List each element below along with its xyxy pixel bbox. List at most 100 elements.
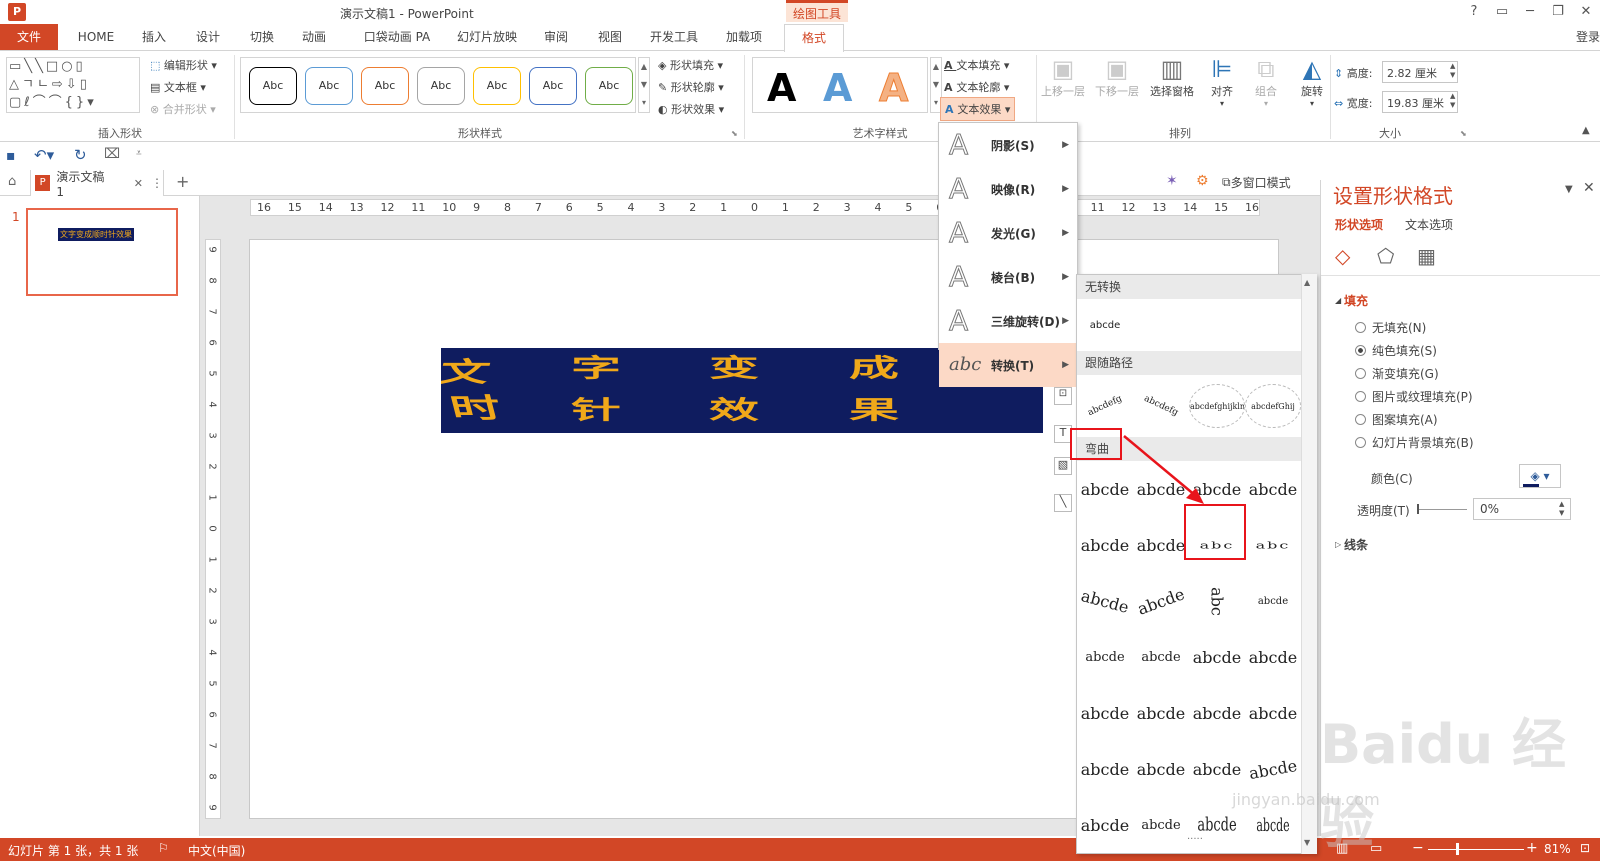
warp-option[interactable]: abcde — [1245, 704, 1301, 723]
multi-window-button[interactable]: ⧉ 多窗口模式 — [1222, 174, 1291, 191]
close-tab-icon[interactable]: ✕ — [134, 177, 143, 190]
help-button[interactable]: ? — [1460, 2, 1488, 22]
warp-option[interactable]: abcde — [1189, 704, 1245, 723]
warp-option[interactable]: abcde — [1077, 704, 1133, 723]
warp-option-button[interactable]: abc — [1245, 540, 1301, 550]
style-swatch[interactable]: Abc — [585, 67, 633, 105]
effects-pentagon-icon[interactable]: ⬠ — [1377, 244, 1394, 268]
tab-design[interactable]: 设计 — [186, 24, 230, 50]
merge-shapes-button[interactable]: ⊗ 合并形状 ▾ — [150, 101, 216, 117]
transparency-input[interactable]: 0% — [1473, 498, 1571, 520]
shapes-gallery[interactable]: ▭╲╲□○▯ △ㄱㄴ⇨⇩▯ ▢ℓ⌒⌒{}▾ — [6, 57, 140, 113]
wordart-style-blue[interactable]: A — [823, 66, 852, 110]
tab-slideshow[interactable]: 幻灯片放映 — [452, 24, 522, 50]
fill-option-radio[interactable]: 幻灯片背景填充(B) — [1355, 431, 1474, 454]
text-effects-button[interactable]: A 文本效果 ▾ — [940, 97, 1016, 121]
gallery-scroll-icon[interactable]: ▲ ▼ ▾ — [638, 57, 650, 113]
width-spinner-icon[interactable]: ▲ ▼ — [1450, 92, 1455, 110]
customize-qat-icon[interactable]: ⩡ — [136, 148, 142, 159]
warp-option[interactable]: abcde — [1131, 582, 1190, 619]
no-transform-option[interactable]: abcde — [1077, 320, 1133, 331]
menu-item-transform[interactable]: abc 转换(T) ▶ — [939, 343, 1077, 387]
style-swatch[interactable]: Abc — [361, 67, 409, 105]
width-input[interactable]: 19.83 厘米 — [1382, 91, 1458, 113]
warp-option[interactable]: abcde — [1077, 650, 1133, 665]
transparency-slider[interactable] — [1417, 509, 1467, 510]
menu-item-reflection[interactable]: A 映像(R) ▶ — [939, 167, 1077, 211]
shape-effects-button[interactable]: ◐ 形状效果 ▾ — [658, 101, 724, 117]
layout-options-icon[interactable]: ⊡ — [1054, 387, 1072, 405]
tab-shape-options[interactable]: 形状选项 — [1335, 216, 1383, 233]
scroll-down-icon[interactable]: ▼ — [1304, 838, 1310, 847]
transparency-spinner-icon[interactable]: ▲ ▼ — [1559, 500, 1564, 518]
edit-shape-button[interactable]: ⬚ 编辑形状 ▾ — [150, 57, 217, 73]
save-icon[interactable]: ▪ — [6, 148, 16, 164]
home-icon[interactable]: ⌂ — [8, 174, 16, 189]
menu-item-3d-rotation[interactable]: A 三维旋转(D) ▶ — [939, 299, 1077, 343]
language-indicator[interactable]: 中文(中国) — [188, 842, 245, 859]
warp-option[interactable]: abcde — [1244, 755, 1302, 783]
path-arch-down-option[interactable]: abcdefg — [1134, 390, 1189, 423]
warp-option[interactable]: abcde — [1077, 760, 1133, 779]
fill-option-radio[interactable]: 图案填充(A) — [1355, 408, 1474, 431]
shape-outline-button[interactable]: ✎ 形状轮廓 ▾ — [658, 79, 724, 95]
shape-fill-button[interactable]: ◈ 形状填充 ▾ — [658, 57, 723, 73]
login-link[interactable]: 登录 — [1576, 28, 1600, 45]
group-button[interactable]: ⧉ 组合 ▾ — [1244, 55, 1288, 108]
tab-view[interactable]: 视图 — [588, 24, 632, 50]
path-circle-option[interactable]: abcdefghijklm — [1189, 384, 1245, 428]
size-properties-icon[interactable]: ▦ — [1417, 244, 1436, 268]
warp-option[interactable]: abcde — [1077, 536, 1133, 555]
tab-transitions[interactable]: 切换 — [240, 24, 284, 50]
scroll-up-icon[interactable]: ▲ — [1304, 278, 1310, 287]
tab-pocket-animation[interactable]: 口袋动画 PA — [352, 24, 442, 50]
ribbon-display-options-icon[interactable]: ▭ — [1488, 2, 1516, 22]
selection-pane-button[interactable]: ▥ 选择窗格 — [1144, 55, 1200, 99]
new-tab-icon[interactable]: + — [176, 172, 189, 191]
style-swatch[interactable]: Abc — [305, 67, 353, 105]
style-swatch[interactable]: Abc — [249, 67, 297, 105]
warp-option[interactable]: abcde — [1077, 585, 1135, 618]
notes-icon[interactable]: ⚐ — [158, 841, 169, 855]
text-outline-button[interactable]: A 文本轮廓 ▾ — [944, 79, 1009, 95]
warp-option[interactable]: abc — [1208, 573, 1227, 629]
warp-option[interactable]: abcde — [1133, 760, 1189, 779]
warp-option[interactable]: abcde — [1245, 648, 1301, 667]
pane-options-icon[interactable]: ▼ — [1565, 184, 1573, 195]
warp-option[interactable]: abcde — [1245, 596, 1301, 607]
fill-option-radio[interactable]: 图片或纹理填充(P) — [1355, 385, 1474, 408]
tab-developer[interactable]: 开发工具 — [644, 24, 704, 50]
menu-item-shadow[interactable]: A 阴影(S) ▶ — [939, 123, 1077, 167]
send-backward-button[interactable]: ▣ 下移一层 — [1090, 55, 1144, 99]
warp-option[interactable]: abcde — [1133, 650, 1189, 665]
fill-section-header[interactable]: ◢ 填充 — [1335, 292, 1368, 309]
warp-option[interactable]: abcde — [1245, 480, 1301, 499]
slide-thumbnail[interactable]: 文字变成顺时针效果 — [26, 208, 178, 296]
tab-animations[interactable]: 动画 — [292, 24, 336, 50]
warp-option[interactable]: abcde — [1133, 818, 1189, 833]
tab-insert[interactable]: 插入 — [132, 24, 176, 50]
tab-file[interactable]: 文件 — [0, 24, 58, 50]
transparency-slider-thumb[interactable] — [1417, 504, 1419, 514]
tab-menu-icon[interactable]: ⋮ — [151, 176, 163, 190]
restore-icon[interactable]: ❐ — [1544, 2, 1572, 22]
settings-gear-icon[interactable]: ⚙ — [1196, 173, 1209, 189]
fill-option-radio[interactable]: 渐变填充(G) — [1355, 362, 1474, 385]
minimize-icon[interactable]: ─ — [1516, 2, 1544, 22]
dialog-launcher-icon[interactable]: ⬊ — [731, 129, 738, 138]
warp-option[interactable]: abcde — [1077, 816, 1133, 835]
fill-option-radio[interactable]: 无填充(N) — [1355, 316, 1474, 339]
gallery-scrollbar[interactable]: ▲ ▼ — [1301, 274, 1317, 854]
line-icon[interactable]: ╲ — [1054, 494, 1072, 512]
undo-icon[interactable]: ↶▾ — [34, 146, 54, 164]
line-section-header[interactable]: ▷ 线条 — [1335, 536, 1368, 553]
height-spinner-icon[interactable]: ▲ ▼ — [1450, 62, 1455, 80]
fill-line-icon[interactable]: ◇ — [1335, 244, 1350, 268]
tab-format[interactable]: 格式 — [784, 24, 844, 52]
style-swatch[interactable]: Abc — [473, 67, 521, 105]
menu-item-bevel[interactable]: A 棱台(B) ▶ — [939, 255, 1077, 299]
warp-option[interactable]: abcde — [1189, 648, 1245, 667]
document-tab[interactable]: P 演示文稿1 ✕ ⋮ — [30, 170, 164, 199]
tab-home[interactable]: HOME — [66, 24, 126, 50]
style-swatch[interactable]: Abc — [417, 67, 465, 105]
